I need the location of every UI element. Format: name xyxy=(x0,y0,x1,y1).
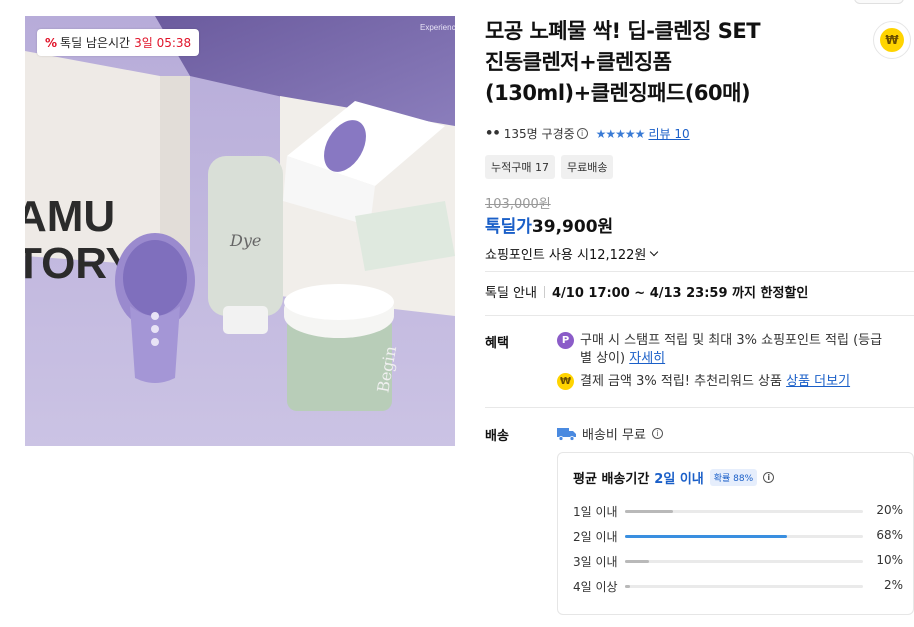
distribution-percent: 68% xyxy=(876,528,903,542)
timer-value: 3일 05:38 xyxy=(134,36,192,50)
deal-price-label: 톡딜가 xyxy=(485,217,532,237)
box-corner-text: Experience a xyxy=(420,23,455,32)
delivery-distribution-row: 2일 이내 68% xyxy=(573,528,903,544)
distribution-bar-fill xyxy=(625,585,630,588)
truck-icon xyxy=(557,427,576,441)
avg-delivery-value: 2일 이내 xyxy=(654,472,704,487)
distribution-bar-fill xyxy=(625,535,787,538)
shipping-label: 배송 xyxy=(485,429,509,444)
info-icon[interactable]: i xyxy=(576,128,588,139)
points-text: 쇼핑포인트 사용 시12,122원 xyxy=(485,248,647,263)
deal-info-value: 4/10 17:00 ~ 4/13 23:59 까지 한정할인 xyxy=(551,286,809,301)
distribution-label: 4일 이상 xyxy=(573,580,618,594)
benefit-text: 결제 금액 3% 적립! 추천리워드 상품 상품 더보기 xyxy=(580,374,851,389)
won-coin-icon: ₩ xyxy=(880,28,904,52)
divider xyxy=(485,271,914,272)
discount-icon: % xyxy=(45,35,58,50)
title-line-3: (130ml)+클렌징패드(60매) xyxy=(485,81,751,105)
star-rating: ★★★★★ xyxy=(595,126,646,141)
brand-text: AMU xyxy=(25,192,115,241)
divider xyxy=(485,407,914,408)
viewer-count: 135명 구경중 xyxy=(503,127,575,141)
distribution-percent: 10% xyxy=(876,553,903,567)
points-badge-icon: P xyxy=(557,332,574,349)
info-icon[interactable]: i xyxy=(651,428,663,439)
tag-list: 누적구매 17 무료배송 xyxy=(485,155,614,179)
deal-timer-badge: % 톡딜 남은시간 3일 05:38 xyxy=(37,29,200,56)
distribution-percent: 2% xyxy=(883,578,903,592)
benefit-item-stamp: P 구매 시 스탬프 적립 및 최대 3% 쇼핑포인트 적립 (등급별 상이) … xyxy=(557,332,887,368)
distribution-bar-track xyxy=(625,585,863,588)
delivery-distribution-row: 3일 이내 10% xyxy=(573,553,903,569)
distribution-bar-track xyxy=(625,535,863,538)
details-link[interactable]: 자세히 xyxy=(629,351,665,366)
points-dropdown[interactable]: 쇼핑포인트 사용 시12,122원 xyxy=(485,244,659,263)
floating-chip[interactable] xyxy=(854,0,904,4)
info-icon[interactable]: i xyxy=(763,472,775,483)
title-line-2: 진동클렌저+클렌징폼 xyxy=(485,50,672,74)
delivery-distribution-row: 1일 이내 20% xyxy=(573,503,903,519)
distribution-percent: 20% xyxy=(876,503,903,517)
distribution-bar-fill xyxy=(625,510,673,513)
distribution-bar-fill xyxy=(625,560,649,563)
deal-price: 39,900원 xyxy=(531,217,614,237)
tag-free-shipping: 무료배송 xyxy=(560,155,614,179)
title-line-1: 모공 노폐물 싹! 딥-클렌징 SET xyxy=(485,19,761,43)
chevron-down-icon xyxy=(650,247,659,257)
probability-chip: 확률 88% xyxy=(709,469,758,486)
eyes-icon: ⚫⚫ xyxy=(485,128,501,139)
benefit-item-reward: ₩ 결제 금액 3% 적립! 추천리워드 상품 상품 더보기 xyxy=(557,373,887,391)
benefits-label: 혜택 xyxy=(485,336,509,351)
won-coin-icon: ₩ xyxy=(557,373,574,390)
deal-info-row: 톡딜 안내 4/10 17:00 ~ 4/13 23:59 까지 한정할인 xyxy=(485,282,808,301)
divider xyxy=(485,315,914,316)
avg-delivery-label: 평균 배송기간 xyxy=(573,472,650,487)
price-row: 톡딜가 39,900원 xyxy=(485,212,613,237)
reward-button[interactable]: ₩ xyxy=(873,21,911,59)
timer-label: 톡딜 남은시간 xyxy=(60,36,131,50)
distribution-label: 2일 이내 xyxy=(573,530,618,544)
product-title: 모공 노폐물 싹! 딥-클렌징 SET 진동클렌저+클렌징폼 (130ml)+클… xyxy=(485,16,845,109)
rating-row: ⚫⚫ 135명 구경중 i ★★★★★ 리뷰 10 xyxy=(485,125,690,142)
review-link[interactable]: 리뷰 10 xyxy=(648,125,689,142)
tube-logo: Dye xyxy=(229,231,261,250)
distribution-label: 3일 이내 xyxy=(573,555,618,569)
shipping-fee-row: 배송비 무료 i xyxy=(557,424,663,443)
delivery-distribution-row: 4일 이상 2% xyxy=(573,578,903,594)
delivery-estimate-box: 평균 배송기간 2일 이내 확률 88% i 1일 이내 20% 2일 이내 68% 3… xyxy=(557,452,914,615)
distribution-bar-track xyxy=(625,560,863,563)
separator xyxy=(543,285,545,298)
distribution-bar-track xyxy=(625,510,863,513)
product-image[interactable]: AMU TORY Dye Begin Experience a % 톡딜 남은시… xyxy=(25,16,455,446)
benefit-text: 구매 시 스탬프 적립 및 최대 3% 쇼핑포인트 적립 (등급별 상이) 자세… xyxy=(580,333,883,366)
original-price: 103,000원 xyxy=(485,197,551,212)
product-photo-illustration: AMU TORY Dye Begin Experience a xyxy=(25,16,455,446)
deal-info-label: 톡딜 안내 xyxy=(485,286,537,301)
shipping-fee-text: 배송비 무료 xyxy=(582,428,646,443)
avg-delivery-title: 평균 배송기간 2일 이내 확률 88% i xyxy=(573,468,775,487)
more-products-link[interactable]: 상품 더보기 xyxy=(786,374,850,389)
distribution-label: 1일 이내 xyxy=(573,505,618,519)
tag-cumulative-purchases: 누적구매 17 xyxy=(485,155,555,179)
